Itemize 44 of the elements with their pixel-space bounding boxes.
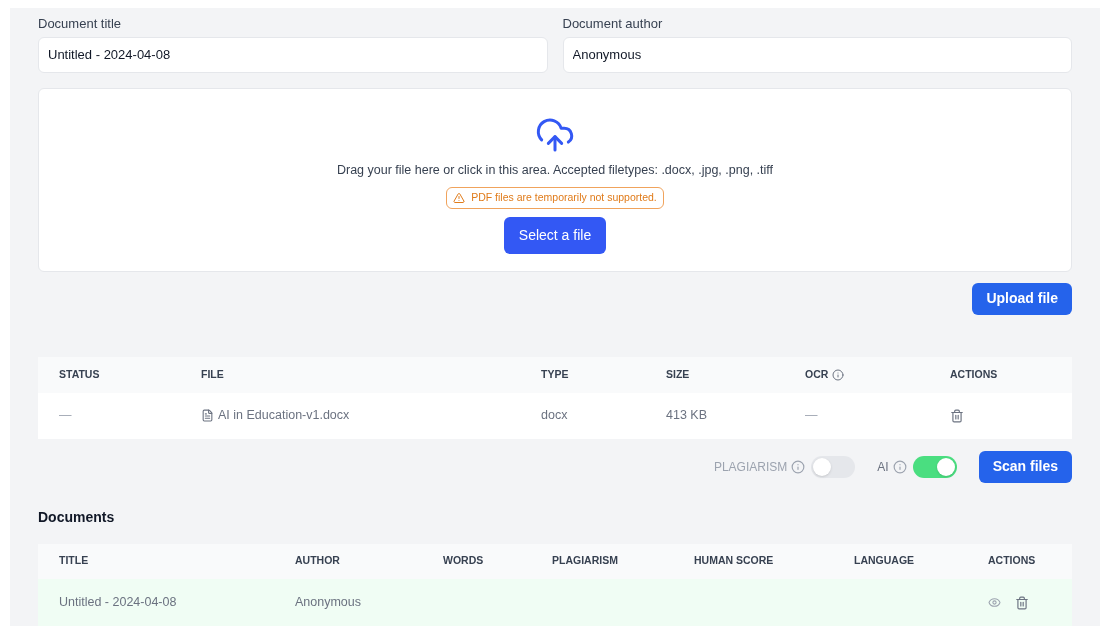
column-header: FILE [201, 366, 224, 382]
column-header: TITLE [59, 553, 90, 569]
info-icon[interactable] [832, 368, 845, 381]
toggle-switch[interactable] [811, 455, 856, 478]
drop-zone[interactable]: Drag your file here or click in this area. Accepted filetypes: .docx, .jpg, .png, .tiff PDF files are temporarily not supported. Select a file [38, 87, 1072, 272]
column-header: STATUS [59, 366, 100, 382]
column-header: HUMAN SCORE [694, 553, 775, 569]
field-label: Document title [38, 15, 123, 33]
table-cell-text: Anonymous [295, 594, 362, 612]
field-label: Document author [562, 15, 664, 33]
info-icon[interactable] [791, 459, 806, 474]
column-header: ACTIONS [988, 553, 1037, 569]
input-field[interactable]: Untitled - 2024-04-08 [38, 36, 548, 73]
delete-icon[interactable] [950, 408, 964, 423]
file-icon [201, 409, 214, 422]
table-cell-text: Untitled - 2024-04-08 [59, 594, 178, 612]
scan-files-button[interactable]: Scan files [978, 450, 1072, 483]
column-header: OCR [805, 366, 829, 382]
warning-icon [453, 192, 466, 205]
column-header: SIZE [666, 366, 690, 382]
delete-icon[interactable] [1015, 595, 1029, 610]
table-cell-text: — [59, 407, 73, 425]
column-header: PLAGIARISM [552, 553, 619, 569]
input-field[interactable]: Anonymous [562, 36, 1072, 73]
table-cell-text: docx [541, 407, 569, 425]
toggle-label: AI [877, 458, 889, 476]
select-file-button[interactable]: Select a file [503, 217, 607, 255]
view-icon[interactable] [988, 596, 1001, 609]
upload-file-button[interactable]: Upload file [972, 282, 1072, 315]
section-title: Documents [38, 507, 116, 527]
table-cell-text: AI in Education-v1.docx [218, 407, 350, 425]
column-header: ACTIONS [950, 366, 998, 382]
warning-text: PDF files are temporarily not supported. [471, 190, 657, 206]
column-header: AUTHOR [295, 553, 341, 569]
column-header: TYPE [541, 366, 569, 382]
table-cell-text: — [805, 407, 819, 425]
table-row[interactable]: Untitled - 2024-04-08 Anonymous [38, 578, 1072, 626]
upload-instructions: Drag your file here or click in this area. Accepted filetypes: .docx, .jpg, .png, .tiff [336, 161, 774, 179]
toggle-label: PLAGIARISM [713, 458, 788, 476]
toggle-switch[interactable] [912, 455, 957, 478]
info-icon[interactable] [892, 459, 907, 474]
column-header: WORDS [443, 553, 485, 569]
table-cell-text: 413 KB [666, 407, 708, 425]
column-header: LANGUAGE [854, 553, 916, 569]
